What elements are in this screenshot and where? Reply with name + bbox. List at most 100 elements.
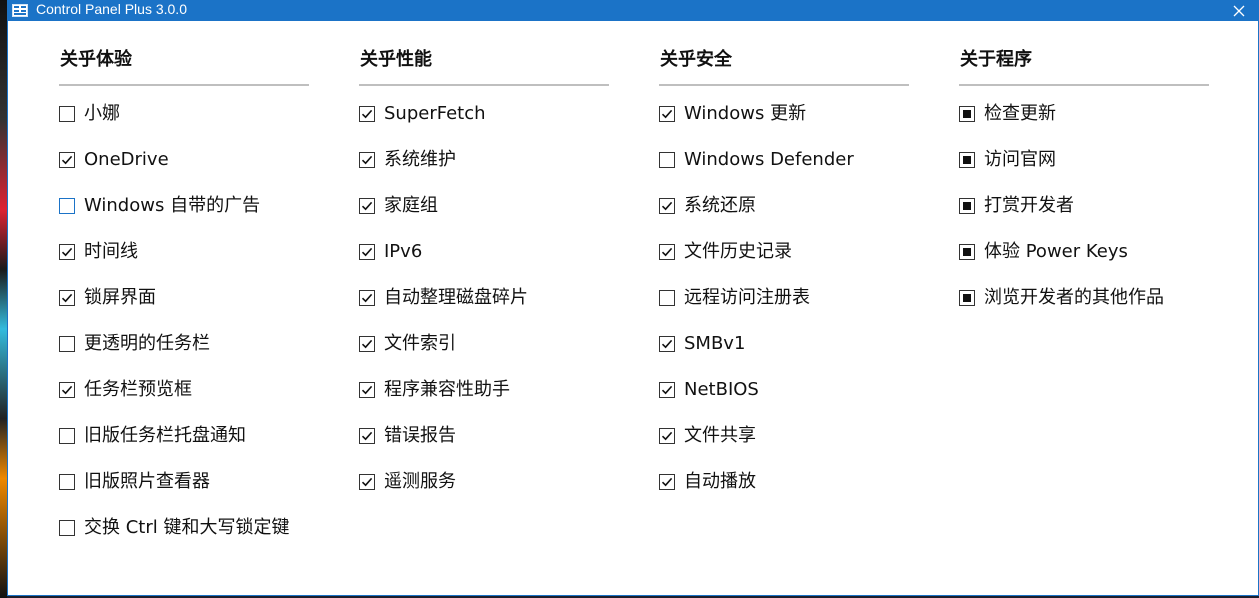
action-button[interactable] (959, 290, 975, 306)
checkbox-unchecked[interactable] (59, 198, 75, 214)
checkbox-item[interactable]: 锁屏界面 (59, 287, 309, 333)
checkbox-item[interactable]: 交换 Ctrl 键和大写锁定键 (59, 517, 309, 563)
action-item[interactable]: 体验 Power Keys (959, 241, 1209, 287)
item-label[interactable]: 交换 Ctrl 键和大写锁定键 (84, 517, 289, 539)
item-label[interactable]: 家庭组 (384, 195, 438, 217)
checkbox-item[interactable]: 时间线 (59, 241, 309, 287)
checkbox-checked[interactable] (659, 336, 675, 352)
item-label[interactable]: 文件索引 (384, 333, 456, 355)
checkbox-item[interactable]: Windows Defender (659, 149, 909, 195)
checkbox-item[interactable]: 旧版任务栏托盘通知 (59, 425, 309, 471)
checkbox-checked[interactable] (359, 152, 375, 168)
checkbox-item[interactable]: 任务栏预览框 (59, 379, 309, 425)
checkbox-checked[interactable] (659, 474, 675, 490)
checkbox-item[interactable]: 文件共享 (659, 425, 909, 471)
checkbox-item[interactable]: 系统还原 (659, 195, 909, 241)
checkbox-item[interactable]: 远程访问注册表 (659, 287, 909, 333)
item-label[interactable]: NetBIOS (684, 379, 759, 401)
checkbox-unchecked[interactable] (659, 290, 675, 306)
item-label[interactable]: 自动播放 (684, 471, 756, 493)
item-label[interactable]: 小娜 (84, 103, 120, 125)
action-item[interactable]: 检查更新 (959, 103, 1209, 149)
item-label[interactable]: 体验 Power Keys (984, 241, 1128, 263)
checkbox-checked[interactable] (359, 382, 375, 398)
action-button[interactable] (959, 244, 975, 260)
close-button[interactable] (1220, 1, 1258, 21)
item-label[interactable]: 任务栏预览框 (84, 379, 192, 401)
item-label[interactable]: OneDrive (84, 149, 169, 171)
checkbox-checked[interactable] (659, 382, 675, 398)
checkbox-checked[interactable] (659, 106, 675, 122)
checkbox-item[interactable]: SuperFetch (359, 103, 609, 149)
checkbox-checked[interactable] (359, 474, 375, 490)
action-item[interactable]: 访问官网 (959, 149, 1209, 195)
item-label[interactable]: 时间线 (84, 241, 138, 263)
item-label[interactable]: SMBv1 (684, 333, 745, 355)
checkbox-checked[interactable] (359, 244, 375, 260)
checkbox-item[interactable]: 程序兼容性助手 (359, 379, 609, 425)
item-label[interactable]: 自动整理磁盘碎片 (384, 287, 528, 309)
checkbox-item[interactable]: 遥测服务 (359, 471, 609, 517)
checkbox-item[interactable]: 系统维护 (359, 149, 609, 195)
item-label[interactable]: 遥测服务 (384, 471, 456, 493)
checkbox-item[interactable]: 文件索引 (359, 333, 609, 379)
checkbox-item[interactable]: NetBIOS (659, 379, 909, 425)
checkbox-checked[interactable] (59, 152, 75, 168)
checkbox-item[interactable]: OneDrive (59, 149, 309, 195)
checkbox-checked[interactable] (359, 428, 375, 444)
item-label[interactable]: IPv6 (384, 241, 422, 263)
checkbox-item[interactable]: 家庭组 (359, 195, 609, 241)
checkbox-checked[interactable] (359, 336, 375, 352)
item-label[interactable]: Windows 更新 (684, 103, 806, 125)
item-label[interactable]: 打赏开发者 (984, 195, 1074, 217)
checkbox-item[interactable]: 错误报告 (359, 425, 609, 471)
checkbox-item[interactable]: 旧版照片查看器 (59, 471, 309, 517)
checkbox-item[interactable]: SMBv1 (659, 333, 909, 379)
checkbox-item[interactable]: Windows 更新 (659, 103, 909, 149)
item-label[interactable]: 错误报告 (384, 425, 456, 447)
checkbox-item[interactable]: 更透明的任务栏 (59, 333, 309, 379)
item-label[interactable]: 锁屏界面 (84, 287, 156, 309)
checkbox-item[interactable]: 自动整理磁盘碎片 (359, 287, 609, 333)
checkbox-unchecked[interactable] (59, 336, 75, 352)
checkbox-unchecked[interactable] (59, 428, 75, 444)
checkbox-checked[interactable] (59, 244, 75, 260)
checkbox-item[interactable]: 小娜 (59, 103, 309, 149)
checkbox-checked[interactable] (59, 382, 75, 398)
item-label[interactable]: 系统维护 (384, 149, 456, 171)
item-label[interactable]: 更透明的任务栏 (84, 333, 210, 355)
item-label[interactable]: 旧版任务栏托盘通知 (84, 425, 246, 447)
checkbox-checked[interactable] (659, 198, 675, 214)
checkbox-checked[interactable] (59, 290, 75, 306)
checkbox-item[interactable]: 文件历史记录 (659, 241, 909, 287)
item-label[interactable]: 文件共享 (684, 425, 756, 447)
item-label[interactable]: 远程访问注册表 (684, 287, 810, 309)
checkbox-checked[interactable] (359, 106, 375, 122)
action-button[interactable] (959, 198, 975, 214)
checkbox-checked[interactable] (659, 428, 675, 444)
action-button[interactable] (959, 106, 975, 122)
checkbox-item[interactable]: Windows 自带的广告 (59, 195, 309, 241)
item-label[interactable]: 程序兼容性助手 (384, 379, 510, 401)
action-button[interactable] (959, 152, 975, 168)
checkbox-unchecked[interactable] (59, 474, 75, 490)
item-label[interactable]: 文件历史记录 (684, 241, 792, 263)
checkbox-item[interactable]: IPv6 (359, 241, 609, 287)
checkbox-checked[interactable] (359, 198, 375, 214)
title-bar[interactable]: Control Panel Plus 3.0.0 (8, 1, 1258, 21)
action-item[interactable]: 浏览开发者的其他作品 (959, 287, 1209, 333)
item-label[interactable]: 检查更新 (984, 103, 1056, 125)
checkbox-item[interactable]: 自动播放 (659, 471, 909, 517)
item-label[interactable]: 旧版照片查看器 (84, 471, 210, 493)
checkbox-unchecked[interactable] (59, 520, 75, 536)
item-label[interactable]: Windows 自带的广告 (84, 195, 260, 217)
item-label[interactable]: SuperFetch (384, 103, 486, 125)
checkbox-unchecked[interactable] (59, 106, 75, 122)
checkbox-checked[interactable] (659, 244, 675, 260)
item-label[interactable]: 浏览开发者的其他作品 (984, 287, 1164, 309)
checkbox-unchecked[interactable] (659, 152, 675, 168)
item-label[interactable]: 访问官网 (984, 149, 1056, 171)
checkbox-checked[interactable] (359, 290, 375, 306)
item-label[interactable]: 系统还原 (684, 195, 756, 217)
action-item[interactable]: 打赏开发者 (959, 195, 1209, 241)
